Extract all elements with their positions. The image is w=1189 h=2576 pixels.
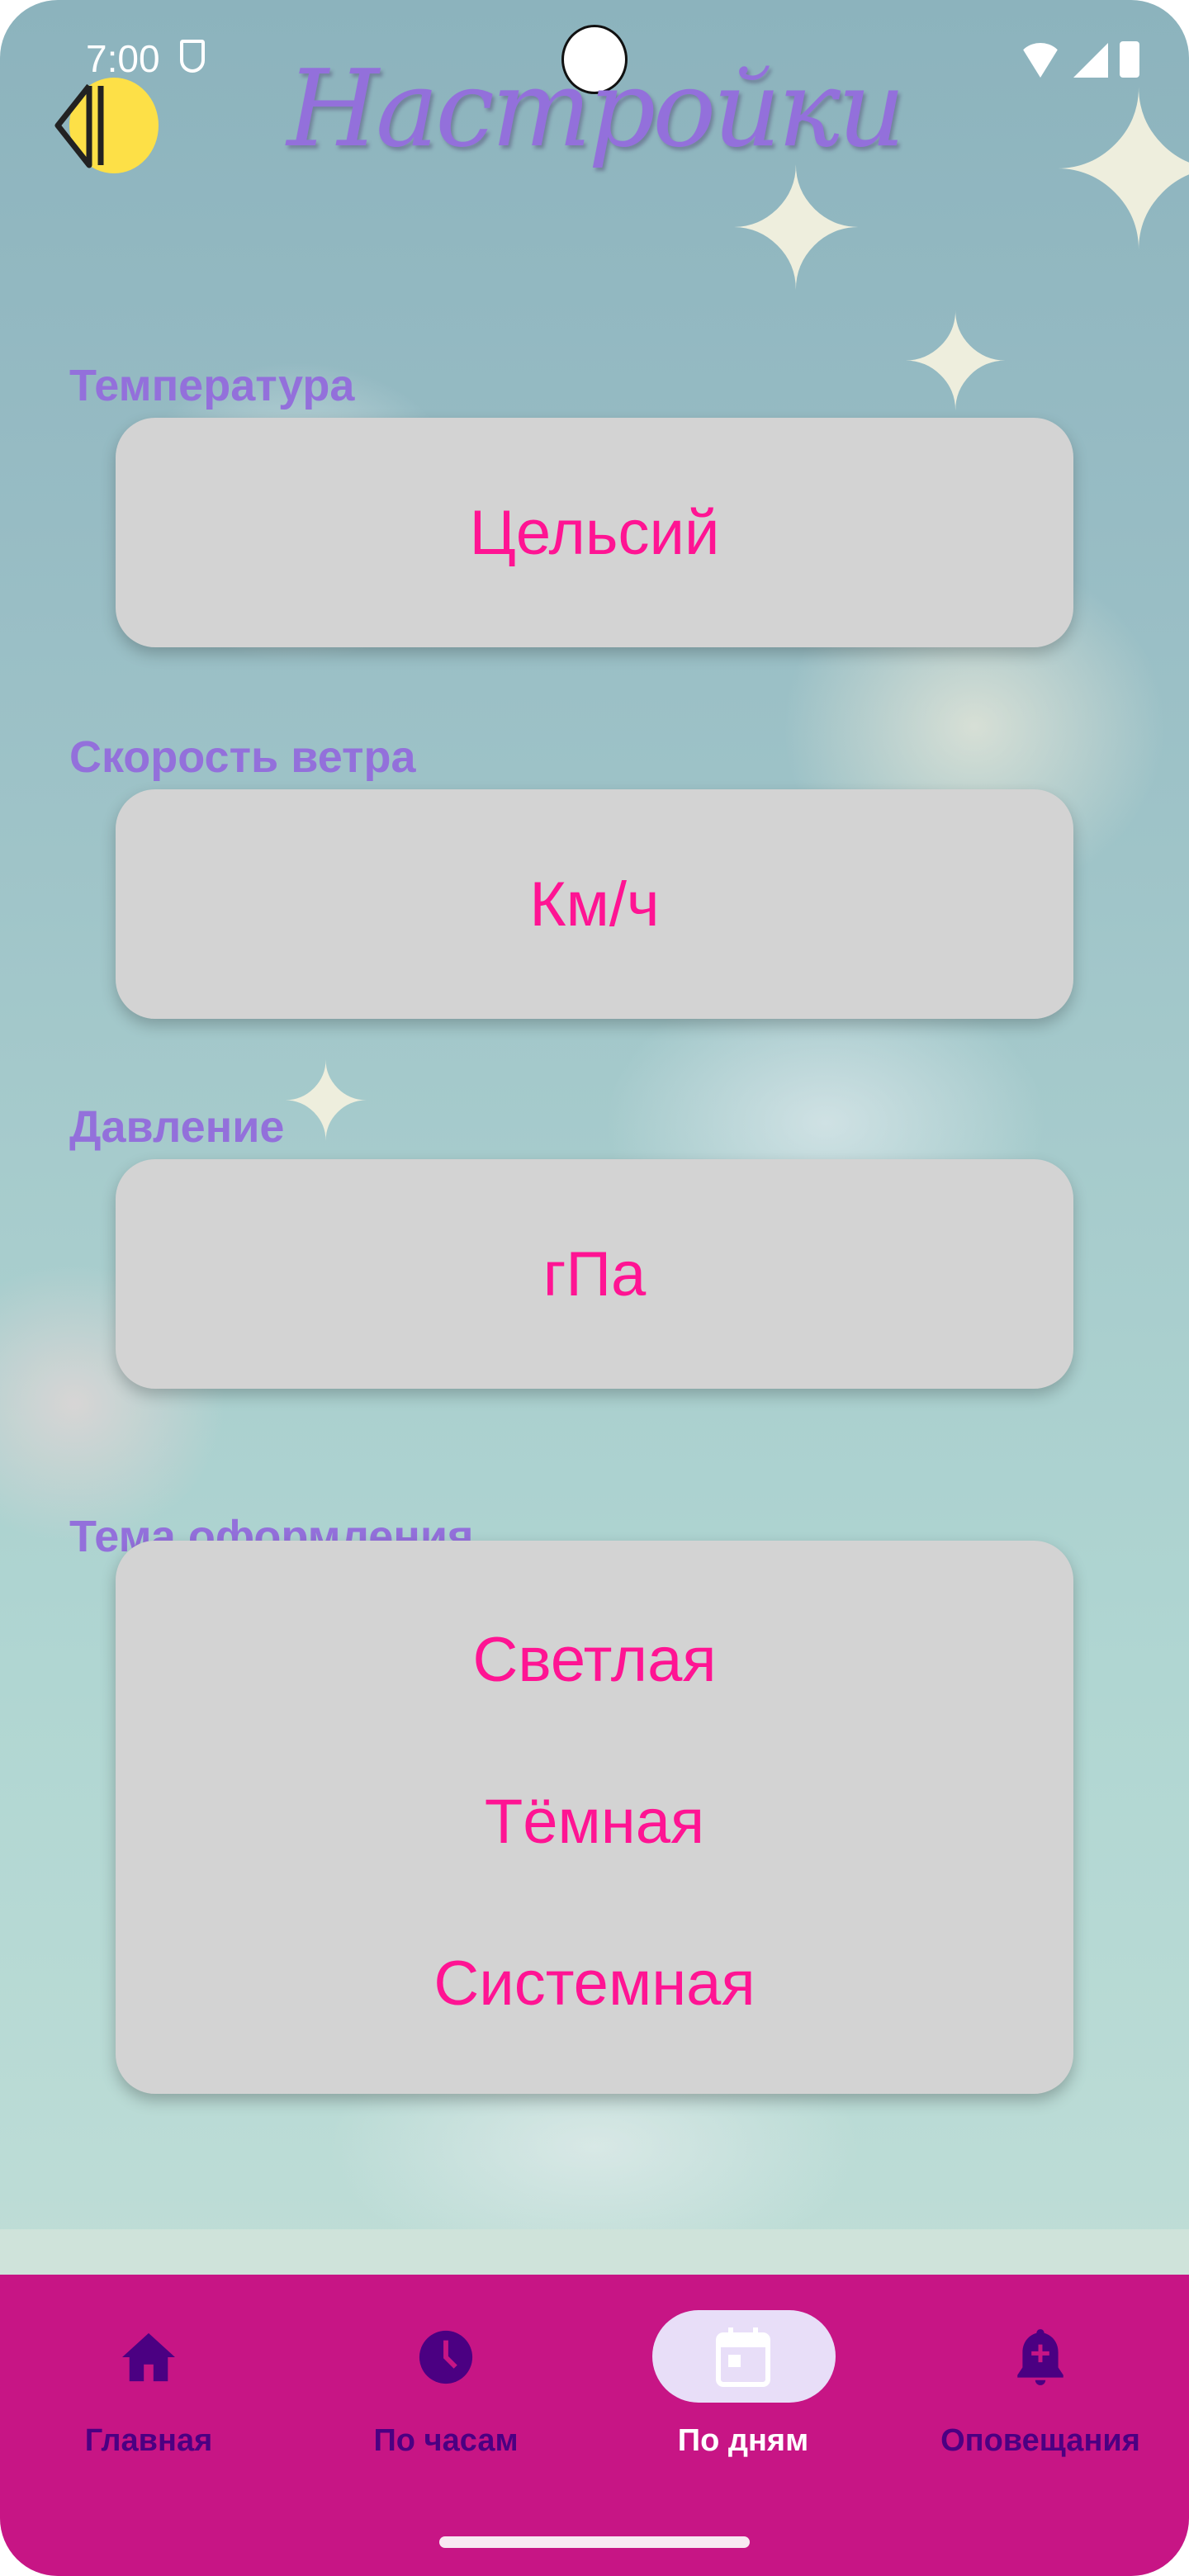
nav-label-alerts: Оповещания <box>940 2423 1140 2458</box>
bell-plus-icon <box>1017 2329 1063 2385</box>
wind-speed-unit-button[interactable]: Км/ч <box>116 789 1073 1019</box>
theme-option-light[interactable]: Светлая <box>116 1579 1073 1740</box>
temperature-unit-button[interactable]: Цельсий <box>116 418 1073 647</box>
calendar-icon <box>716 2327 770 2387</box>
background-strip <box>0 2229 1189 2275</box>
theme-option-system[interactable]: Системная <box>116 1902 1073 2064</box>
wind-speed-label: Скорость ветра <box>69 732 416 782</box>
bottom-navigation: Главная По часам По дням Оповещания <box>0 2275 1189 2576</box>
pressure-unit-value: гПа <box>542 1238 647 1309</box>
clock-icon <box>419 2330 473 2384</box>
sparkle-decoration: ✦ <box>281 1042 371 1163</box>
nav-item-alerts[interactable]: Оповещания <box>892 2275 1189 2489</box>
temperature-unit-value: Цельсий <box>469 497 720 568</box>
pressure-unit-button[interactable]: гПа <box>116 1159 1073 1389</box>
theme-option-dark[interactable]: Тёмная <box>116 1740 1073 1902</box>
temperature-label: Температура <box>69 361 355 410</box>
pressure-label: Давление <box>69 1102 285 1152</box>
home-icon <box>122 2332 175 2382</box>
nav-item-daily[interactable]: По дням <box>594 2275 892 2489</box>
nav-label-home: Главная <box>84 2423 213 2458</box>
nav-label-hourly: По часам <box>373 2423 519 2458</box>
nav-item-hourly[interactable]: По часам <box>297 2275 594 2489</box>
home-indicator[interactable] <box>439 2536 750 2548</box>
sparkle-decoration: ✦ <box>727 139 865 323</box>
theme-dropdown-menu: Светлая Тёмная Системная <box>116 1541 1073 2094</box>
page-title: Настройки <box>287 48 905 171</box>
wind-speed-unit-value: Км/ч <box>529 869 660 940</box>
screen: ✦ ✦ ✦ ✦ 7:00 Настройки Температура Цельс… <box>0 0 1189 2576</box>
nav-item-home[interactable]: Главная <box>0 2275 297 2489</box>
sparkle-decoration: ✦ <box>900 289 1011 437</box>
nav-label-daily: По дням <box>677 2423 809 2458</box>
